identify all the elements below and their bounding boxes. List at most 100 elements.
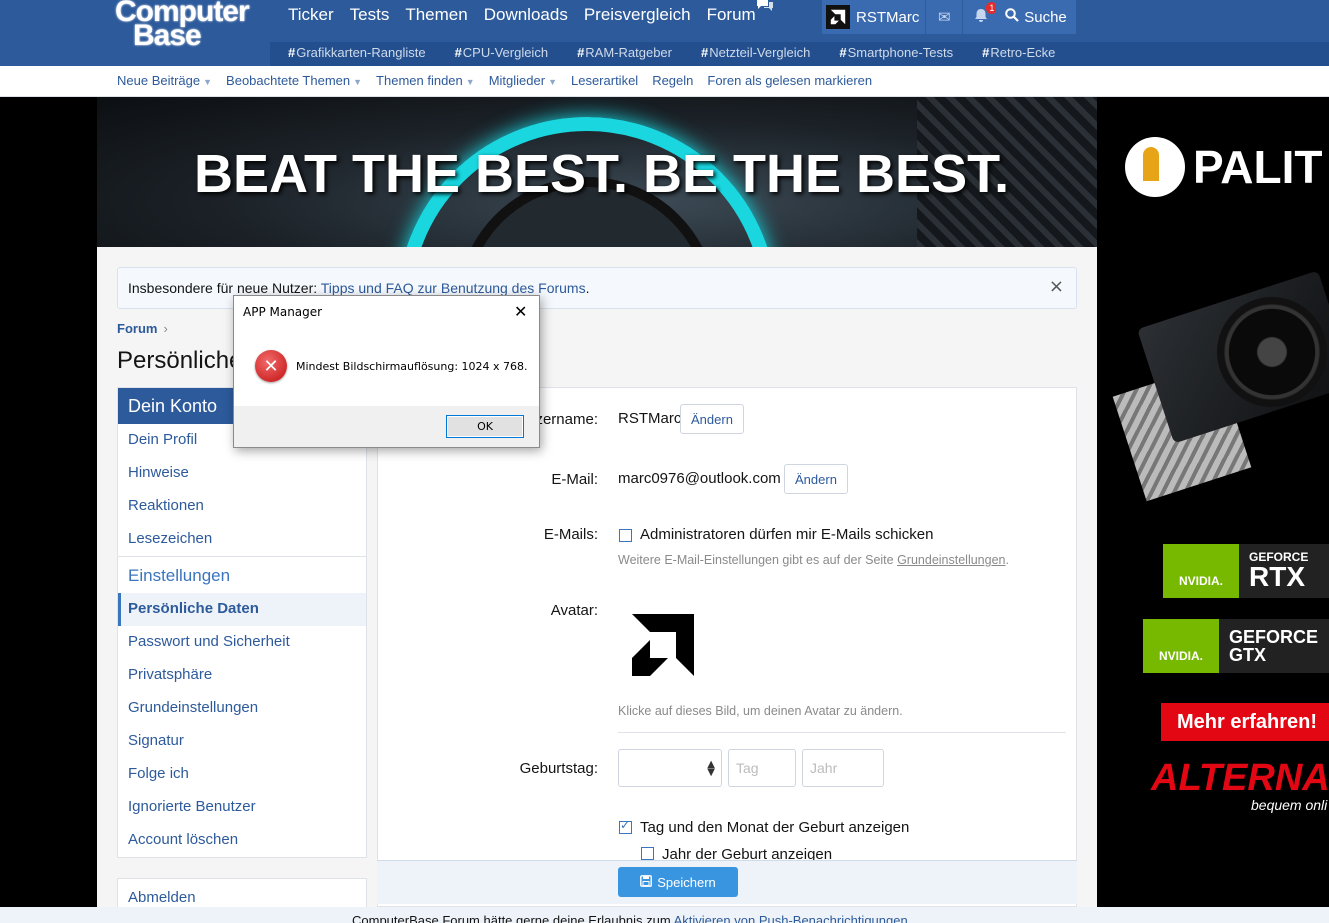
sidebar-item-lesezeichen[interactable]: Lesezeichen: [118, 523, 366, 556]
subnav-retro[interactable]: #Retro-Ecke: [982, 45, 1055, 60]
sidebar-item-folge-ich[interactable]: Folge ich: [118, 758, 366, 791]
dialog-body: ✕ Mindest Bildschirmauflösung: 1024 x 76…: [234, 328, 539, 406]
show-day-month-checkbox[interactable]: [619, 818, 632, 834]
forum-nav-mark-read[interactable]: Foren als gelesen markieren: [707, 73, 872, 88]
subnav-netzteil[interactable]: #Netzteil-Vergleich: [701, 45, 810, 60]
sidebar-item-privatsphaere[interactable]: Privatsphäre: [118, 659, 366, 692]
subnav-grafikkarten[interactable]: #Grafikkarten-Rangliste: [288, 45, 426, 60]
avatar-hint: Klicke auf dieses Bild, um deinen Avatar…: [618, 704, 903, 718]
app-manager-dialog: APP Manager ✕ ✕ Mindest Bildschirmauflös…: [233, 295, 540, 448]
account-sidebar: Dein Konto Dein Profil Hinweise Reaktion…: [117, 387, 367, 858]
form-divider: [618, 732, 1066, 733]
sidebar-item-signatur[interactable]: Signatur: [118, 725, 366, 758]
sidebar-item-passwort[interactable]: Passwort und Sicherheit: [118, 626, 366, 659]
alternate-logo: ALTERNATE: [1151, 757, 1329, 799]
breadcrumb: Forum ›: [117, 321, 168, 336]
dialog-title: APP Manager: [243, 305, 323, 319]
select-arrows-icon: ▲ ▼: [707, 759, 715, 778]
forum-nav-beobachtete[interactable]: Beobachtete Themen ▼: [226, 73, 362, 88]
search-icon: [1005, 8, 1019, 26]
side-ad[interactable]: PALIT NVIDIA. GEFORCE RTX NVIDIA. GEFORCE…: [1097, 97, 1329, 907]
admin-emails-checkbox[interactable]: [619, 529, 632, 542]
form-save-bar: Speichern: [377, 860, 1077, 904]
push-prompt-text: ComputerBase Forum hätte gerne deine Erl…: [352, 913, 674, 923]
show-year-checkbox[interactable]: [641, 847, 654, 860]
subnav-cpu[interactable]: #CPU-Vergleich: [455, 45, 549, 60]
nav-forum[interactable]: Forum: [699, 0, 764, 30]
sidebar-section-einstellungen: Einstellungen: [118, 556, 366, 593]
save-icon: [640, 874, 653, 890]
sidebar-item-ignorierte[interactable]: Ignorierte Benutzer: [118, 791, 366, 824]
palit-mark-icon: [1125, 137, 1185, 197]
notice-faq-link[interactable]: Tipps und FAQ zur Benutzung des Forums: [321, 280, 586, 296]
palit-logo: PALIT: [1125, 137, 1322, 197]
show-day-month-option[interactable]: Tag und den Monat der Geburt anzeigen: [640, 819, 909, 836]
notice-text: Insbesondere für neue Nutzer:: [128, 280, 321, 296]
nav-themen[interactable]: Themen: [397, 0, 475, 30]
search-label: Suche: [1024, 8, 1067, 26]
username-value: RSTMarc: [618, 410, 682, 427]
nav-ticker[interactable]: Ticker: [280, 0, 342, 30]
notice-close-icon[interactable]: ×: [1049, 276, 1064, 297]
grundeinstellungen-link[interactable]: Grundeinstellungen: [897, 553, 1005, 567]
birthday-day-input[interactable]: Tag: [728, 749, 796, 787]
user-menu: RSTMarc ✉ 1: [822, 0, 1000, 34]
chevron-down-icon: ▼: [203, 77, 213, 87]
email-label: E-Mail:: [551, 471, 598, 488]
dialog-message: Mindest Bildschirmauflösung: 1024 x 768.: [296, 360, 528, 373]
breadcrumb-forum[interactable]: Forum: [117, 321, 157, 336]
chevron-down-icon: ▼: [353, 77, 363, 87]
sidebar-item-grundeinstellungen[interactable]: Grundeinstellungen: [118, 692, 366, 725]
birthday-year-input[interactable]: Jahr: [802, 749, 884, 787]
personal-details-form: Benutzername: RSTMarc Ändern E-Mail: mar…: [377, 387, 1077, 907]
sidebar-item-hinweise[interactable]: Hinweise: [118, 457, 366, 490]
search-button[interactable]: Suche: [996, 0, 1076, 34]
change-email-button[interactable]: Ändern: [784, 464, 848, 494]
forum-nav-neue-beitraege[interactable]: Neue Beiträge ▼: [117, 73, 212, 88]
ok-button[interactable]: OK: [446, 415, 524, 438]
nav-downloads[interactable]: Downloads: [476, 0, 576, 30]
sidebar-item-persoenliche-daten[interactable]: Persönliche Daten: [118, 593, 366, 626]
dialog-close-icon[interactable]: ✕: [514, 302, 527, 321]
dialog-footer: OK: [234, 406, 539, 447]
user-name: RSTMarc: [856, 8, 920, 26]
alerts-button[interactable]: 1: [963, 0, 1000, 34]
site-header: Computer Base Ticker Tests Themen Downlo…: [0, 0, 1329, 66]
subnav-smartphone[interactable]: #Smartphone-Tests: [839, 45, 953, 60]
user-avatar-icon: [826, 5, 850, 29]
topic-subnav: #Grafikkarten-Rangliste #CPU-Vergleich #…: [0, 42, 1329, 66]
push-enable-link[interactable]: Aktivieren von Push-Benachrichtigungen: [674, 913, 908, 923]
admin-emails-option[interactable]: Administratoren dürfen mir E-Mails schic…: [640, 526, 933, 543]
alternate-tagline: bequem onli: [1251, 797, 1328, 813]
sidebar-item-reaktionen[interactable]: Reaktionen: [118, 490, 366, 523]
forum-nav: Neue Beiträge ▼ Beobachtete Themen ▼ Theme…: [0, 66, 1329, 97]
subnav-ram[interactable]: #RAM-Ratgeber: [577, 45, 672, 60]
user-account-link[interactable]: RSTMarc: [822, 0, 926, 34]
banner-ad[interactable]: BEAT THE BEST. BE THE BEST.: [97, 97, 1097, 247]
change-username-button[interactable]: Ändern: [680, 404, 744, 434]
birthday-month-select[interactable]: ▲ ▼: [618, 749, 722, 787]
emails-hint: Weitere E-Mail-Einstellungen gibt es auf…: [618, 553, 1009, 567]
email-value: marc0976@outlook.com: [618, 470, 781, 487]
push-notification-prompt: ComputerBase Forum hätte gerne deine Erl…: [0, 907, 1329, 923]
forum-nav-leserartikel[interactable]: Leserartikel: [571, 73, 638, 88]
forum-nav-mitglieder[interactable]: Mitglieder ▼: [489, 73, 557, 88]
nav-preisvergleich[interactable]: Preisvergleich: [576, 0, 699, 30]
forum-nav-regeln[interactable]: Regeln: [652, 73, 693, 88]
banner-slogan: BEAT THE BEST. BE THE BEST.: [194, 144, 1010, 204]
chevron-down-icon: ▼: [465, 77, 475, 87]
ad-cta-button[interactable]: Mehr erfahren!: [1161, 703, 1329, 741]
user-avatar-image[interactable]: [628, 610, 698, 680]
error-icon: ✕: [255, 350, 287, 382]
nav-tests[interactable]: Tests: [342, 0, 398, 30]
birthday-label: Geburtstag:: [519, 760, 598, 777]
main-nav: Ticker Tests Themen Downloads Preisvergl…: [280, 0, 764, 30]
save-button[interactable]: Speichern: [618, 867, 738, 897]
logout-box: Abmelden: [117, 878, 367, 908]
avatar-label: Avatar:: [550, 602, 598, 619]
nvidia-logo: NVIDIA.: [1143, 619, 1219, 673]
forum-nav-themen-finden[interactable]: Themen finden ▼: [376, 73, 475, 88]
geforce-rtx-badge: NVIDIA. GEFORCE RTX: [1163, 544, 1329, 598]
inbox-button[interactable]: ✉: [926, 0, 963, 34]
sidebar-item-account-loeschen[interactable]: Account löschen: [118, 824, 366, 857]
